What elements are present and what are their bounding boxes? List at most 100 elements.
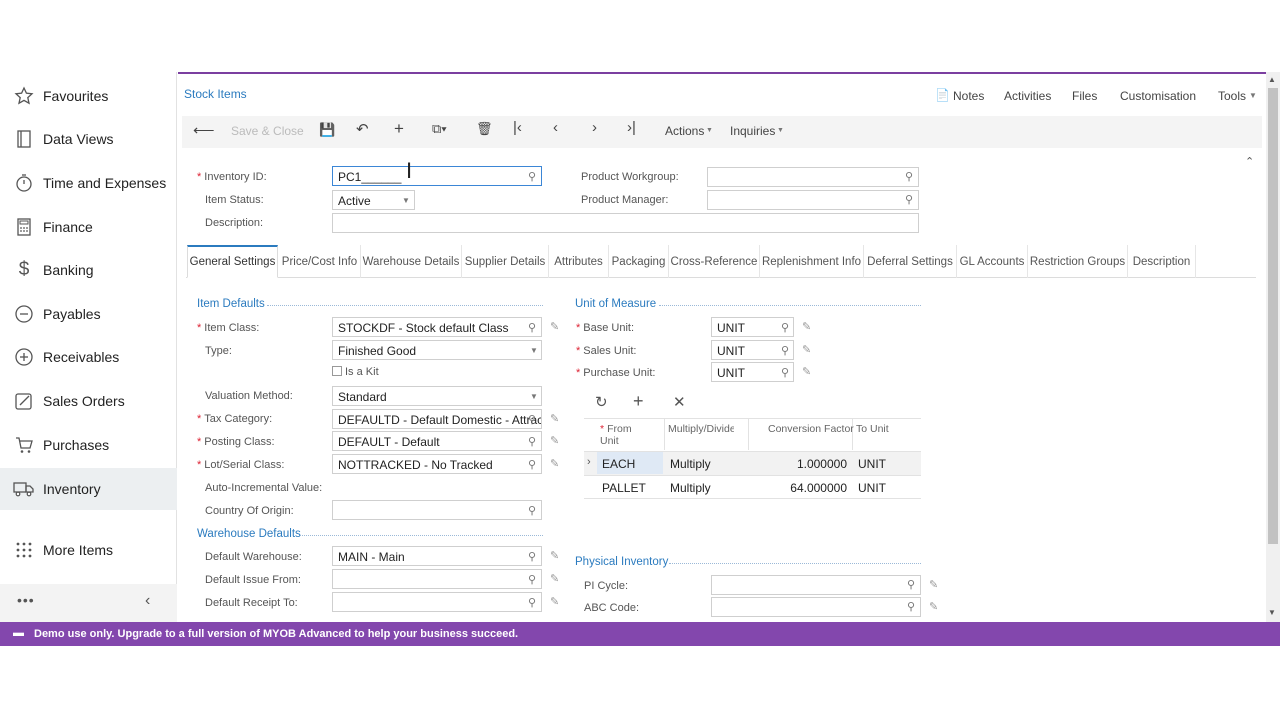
edit-pencil-icon[interactable]: ✎ xyxy=(550,572,559,585)
search-icon[interactable]: ⚲ xyxy=(528,596,536,609)
pi-cycle-input[interactable] xyxy=(711,575,921,595)
description-input[interactable] xyxy=(332,213,919,233)
search-icon[interactable]: ⚲ xyxy=(528,413,536,426)
search-icon[interactable]: ⚲ xyxy=(781,321,789,334)
is-a-kit-checkbox[interactable] xyxy=(332,366,342,376)
tab-attributes[interactable]: Attributes xyxy=(549,245,609,278)
default-receipt-to-input[interactable] xyxy=(332,592,542,612)
activities-link[interactable]: Activities xyxy=(1004,89,1051,103)
last-record-icon[interactable]: ›| xyxy=(627,119,636,136)
edit-pencil-icon[interactable]: ✎ xyxy=(802,343,811,356)
inventory-id-input[interactable]: PC1______ xyxy=(332,166,542,186)
lot-serial-class-input[interactable]: NOTTRACKED - No Tracked xyxy=(332,454,542,474)
tab-supplier-details[interactable]: Supplier Details xyxy=(462,245,549,278)
column-header-conversion-factor[interactable]: Conversion Factor xyxy=(768,423,854,435)
row-selector-icon[interactable]: › xyxy=(587,456,591,468)
scrollbar-thumb[interactable] xyxy=(1268,88,1278,544)
customisation-link[interactable]: Customisation xyxy=(1120,89,1196,103)
sidebar-item-time-and-expenses[interactable]: Time and Expenses xyxy=(0,163,177,203)
delete-icon[interactable]: 🗑 xyxy=(476,121,493,137)
abc-code-input[interactable] xyxy=(711,597,921,617)
ellipsis-icon[interactable]: ••• xyxy=(17,592,35,608)
edit-pencil-icon[interactable]: ✎ xyxy=(550,595,559,608)
refresh-icon[interactable]: ↻ xyxy=(595,393,608,411)
files-link[interactable]: Files xyxy=(1072,89,1097,103)
search-icon[interactable]: ⚲ xyxy=(528,435,536,448)
edit-pencil-icon[interactable]: ✎ xyxy=(802,320,811,333)
product-workgroup-input[interactable] xyxy=(707,167,919,187)
cell-multiply-divide[interactable]: Multiply xyxy=(670,457,711,471)
column-header-to-unit[interactable]: To Unit xyxy=(856,423,889,435)
scroll-up-icon[interactable]: ▲ xyxy=(1268,75,1276,84)
search-icon[interactable]: ⚲ xyxy=(907,600,915,613)
cell-from-unit[interactable]: EACH xyxy=(602,457,635,471)
tab-warehouse-details[interactable]: Warehouse Details xyxy=(361,245,462,278)
tab-general-settings[interactable]: General Settings xyxy=(187,245,278,278)
posting-class-input[interactable]: DEFAULT - Default xyxy=(332,431,542,451)
notes-link[interactable]: Notes xyxy=(953,89,984,103)
sidebar-item-inventory[interactable]: Inventory xyxy=(0,468,177,510)
default-warehouse-input[interactable]: MAIN - Main xyxy=(332,546,542,566)
save-close-button[interactable]: Save & Close xyxy=(231,124,304,138)
tab-cross-reference[interactable]: Cross-Reference xyxy=(669,245,760,278)
cell-conversion-factor[interactable]: 1.000000 xyxy=(760,457,847,471)
add-icon[interactable]: + xyxy=(394,119,404,139)
collapse-header-icon[interactable]: ⌃ xyxy=(1245,155,1254,168)
sidebar-item-more-items[interactable]: More Items xyxy=(0,530,177,570)
tab-restriction-groups[interactable]: Restriction Groups xyxy=(1028,245,1128,278)
actions-menu[interactable]: Actions xyxy=(665,124,704,138)
collapse-sidebar-icon[interactable]: ‹ xyxy=(145,592,150,610)
edit-pencil-icon[interactable]: ✎ xyxy=(802,365,811,378)
item-class-input[interactable]: STOCKDF - Stock default Class xyxy=(332,317,542,337)
cell-to-unit[interactable]: UNIT xyxy=(858,481,886,495)
sidebar-item-sales-orders[interactable]: Sales Orders xyxy=(0,381,177,421)
cell-to-unit[interactable]: UNIT xyxy=(858,457,886,471)
back-icon[interactable]: ⟵ xyxy=(193,121,215,139)
column-header-multiply-divide[interactable]: Multiply/Divide xyxy=(668,423,734,435)
edit-pencil-icon[interactable]: ✎ xyxy=(929,600,938,613)
tools-menu[interactable]: Tools xyxy=(1218,89,1246,103)
sidebar-item-receivables[interactable]: Receivables xyxy=(0,337,177,377)
tab-deferral-settings[interactable]: Deferral Settings xyxy=(864,245,957,278)
tab-description[interactable]: Description xyxy=(1128,245,1196,278)
edit-pencil-icon[interactable]: ✎ xyxy=(550,434,559,447)
banner-text[interactable]: Demo use only. Upgrade to a full version… xyxy=(34,628,518,640)
sidebar-item-purchases[interactable]: Purchases xyxy=(0,425,177,465)
sidebar-item-favourites[interactable]: Favourites xyxy=(0,76,177,116)
add-row-icon[interactable]: + xyxy=(633,391,644,412)
search-icon[interactable]: ⚲ xyxy=(528,321,536,334)
tab-replenishment-info[interactable]: Replenishment Info xyxy=(760,245,864,278)
cell-conversion-factor[interactable]: 64.000000 xyxy=(760,481,847,495)
undo-icon[interactable]: ↶ xyxy=(356,120,369,138)
sidebar-item-banking[interactable]: $ Banking xyxy=(0,250,177,290)
country-of-origin-input[interactable] xyxy=(332,500,542,520)
default-issue-from-input[interactable] xyxy=(332,569,542,589)
inquiries-menu[interactable]: Inquiries xyxy=(730,124,775,138)
edit-pencil-icon[interactable]: ✎ xyxy=(550,457,559,470)
edit-pencil-icon[interactable]: ✎ xyxy=(550,412,559,425)
edit-pencil-icon[interactable]: ✎ xyxy=(550,320,559,333)
cell-from-unit[interactable]: PALLET xyxy=(602,481,646,495)
type-select[interactable]: Finished Good xyxy=(332,340,542,360)
search-icon[interactable]: ⚲ xyxy=(781,344,789,357)
save-icon[interactable]: 💾 xyxy=(319,122,335,138)
next-record-icon[interactable]: › xyxy=(592,119,597,136)
search-icon[interactable]: ⚲ xyxy=(905,193,913,206)
sidebar-item-finance[interactable]: Finance xyxy=(0,207,177,247)
edit-pencil-icon[interactable]: ✎ xyxy=(550,549,559,562)
search-icon[interactable]: ⚲ xyxy=(781,366,789,379)
delete-row-icon[interactable]: ✕ xyxy=(673,393,686,411)
search-icon[interactable]: ⚲ xyxy=(528,573,536,586)
first-record-icon[interactable]: |‹ xyxy=(513,119,522,136)
edit-pencil-icon[interactable]: ✎ xyxy=(929,578,938,591)
product-manager-input[interactable] xyxy=(707,190,919,210)
column-header-from-unit[interactable]: * From Unit xyxy=(600,423,632,447)
tax-category-input[interactable]: DEFAULTD - Default Domestic - Attrac xyxy=(332,409,542,429)
previous-record-icon[interactable]: ‹ xyxy=(553,119,558,136)
copy-icon[interactable]: ⧉▾ xyxy=(432,121,447,137)
search-icon[interactable]: ⚲ xyxy=(907,578,915,591)
tab-gl-accounts[interactable]: GL Accounts xyxy=(957,245,1028,278)
scroll-down-icon[interactable]: ▼ xyxy=(1268,608,1276,617)
search-icon[interactable]: ⚲ xyxy=(528,504,536,517)
cell-multiply-divide[interactable]: Multiply xyxy=(670,481,711,495)
